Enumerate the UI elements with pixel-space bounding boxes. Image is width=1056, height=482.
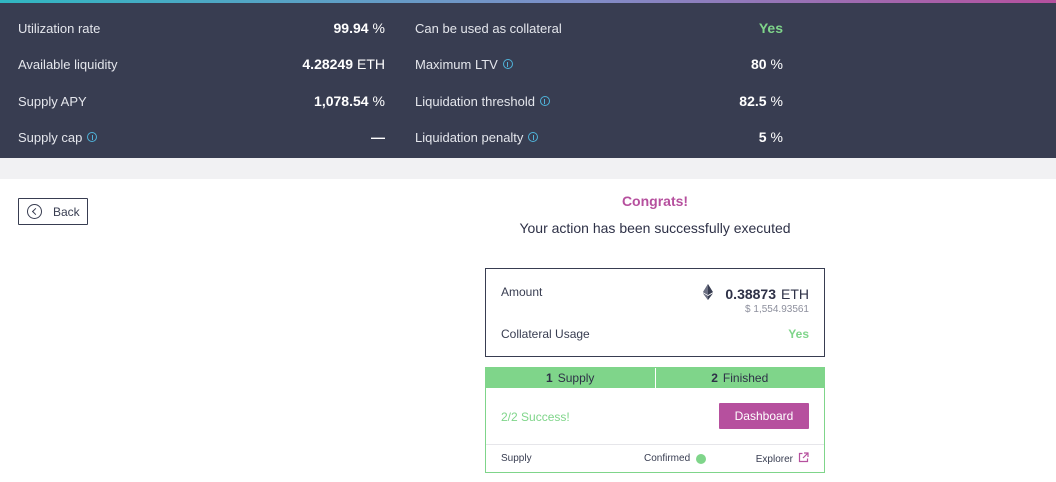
stat-label-text: Supply cap [18, 129, 83, 145]
explorer-link-label: Explorer [755, 453, 793, 465]
stat-label: Available liquidity [18, 56, 118, 72]
stat-supply-cap: Supply cap — [18, 127, 385, 147]
info-icon[interactable] [528, 132, 539, 142]
info-icon[interactable] [502, 59, 513, 69]
stat-label-with-info: Maximum LTV [415, 57, 513, 72]
success-message: Your action has been successfully execut… [519, 220, 791, 236]
steps-footer: Supply Confirmed Explorer [486, 444, 824, 472]
stat-label-text: Maximum LTV [415, 56, 498, 72]
stat-collateral-eligible: Can be used as collateral Yes [415, 18, 783, 38]
stat-value: 99.94% [333, 20, 386, 36]
reserve-stats-panel: Utilization rate 99.94% Available liquid… [0, 0, 1056, 158]
info-icon[interactable] [87, 132, 98, 142]
stat-value: 4.28249 ETH [302, 56, 385, 72]
collateral-usage-label: Collateral Usage [501, 327, 590, 341]
congrats-title: Congrats! [621, 193, 689, 209]
amount-usd-value: $ 1,554.93561 [745, 304, 809, 315]
stat-unit: % [372, 93, 385, 109]
step-number: 2 [711, 371, 718, 385]
back-button-label: Back [53, 204, 80, 219]
step-label: Finished [722, 371, 769, 385]
stat-value: — [371, 129, 385, 145]
stat-label-with-info: Liquidation penalty [415, 129, 539, 145]
main-content: Back Congrats! Your action has been succ… [0, 179, 1056, 482]
stat-label-with-info: Liquidation threshold [415, 94, 550, 109]
amount-unit: ETH [781, 285, 809, 302]
step-finished: 2 Finished [654, 368, 825, 388]
steps-header: 1 Supply 2 Finished [486, 368, 824, 388]
steps-panel: 1 Supply 2 Finished 2/2 Success! Dashboa… [485, 367, 825, 473]
stat-liquidation-threshold: Liquidation threshold 82.5% [415, 91, 783, 111]
stat-value: 5% [758, 129, 783, 145]
footer-status-label: Confirmed [644, 453, 691, 464]
success-status-text: 2/2 Success! [501, 410, 570, 424]
stat-label-text: Liquidation threshold [415, 93, 535, 109]
stat-unit: % [770, 129, 783, 145]
stat-unit: % [770, 56, 783, 72]
stat-value: Yes [758, 20, 783, 36]
amount-number: 0.38873 [725, 285, 776, 302]
back-arrow-icon [27, 204, 42, 219]
stat-label-text: Liquidation penalty [415, 129, 524, 145]
dashboard-button[interactable]: Dashboard [719, 403, 809, 429]
step-number: 1 [546, 371, 553, 385]
back-button[interactable]: Back [18, 198, 88, 225]
transaction-summary: Amount 0.38873 ETH $ 1,554.93561 Collate… [485, 268, 825, 357]
step-label: Supply [557, 371, 595, 385]
stat-unit: % [770, 93, 783, 109]
stat-label: Can be used as collateral [415, 20, 562, 36]
info-icon[interactable] [539, 96, 550, 106]
explorer-link[interactable]: Explorer [756, 452, 809, 466]
amount-label: Amount [501, 285, 543, 299]
footer-status: Confirmed [644, 453, 707, 464]
confirmed-dot-icon [696, 453, 707, 464]
stat-utilization-rate: Utilization rate 99.94% [18, 18, 385, 38]
stat-available-liquidity: Available liquidity 4.28249 ETH [18, 54, 385, 74]
stat-value: 82.5% [739, 93, 783, 109]
stat-label-with-info: Supply cap [18, 129, 98, 145]
stat-label: Utilization rate [18, 20, 101, 36]
stat-value: 1,078.54% [314, 93, 385, 109]
stat-label: Supply APY [18, 93, 87, 109]
stat-value: 80% [750, 56, 783, 72]
external-link-icon [798, 452, 809, 466]
amount-value: 0.38873 ETH [703, 284, 809, 303]
stat-liquidation-penalty: Liquidation penalty 5% [415, 127, 783, 147]
stat-unit: ETH [357, 56, 385, 72]
stat-supply-apy: Supply APY 1,078.54% [18, 91, 385, 111]
stat-maximum-ltv: Maximum LTV 80% [415, 54, 783, 74]
stat-unit: % [372, 20, 385, 36]
eth-icon [703, 284, 714, 303]
step-supply: 1 Supply [486, 368, 655, 388]
collateral-usage-value: Yes [788, 327, 809, 341]
footer-action-label: Supply [501, 453, 532, 464]
